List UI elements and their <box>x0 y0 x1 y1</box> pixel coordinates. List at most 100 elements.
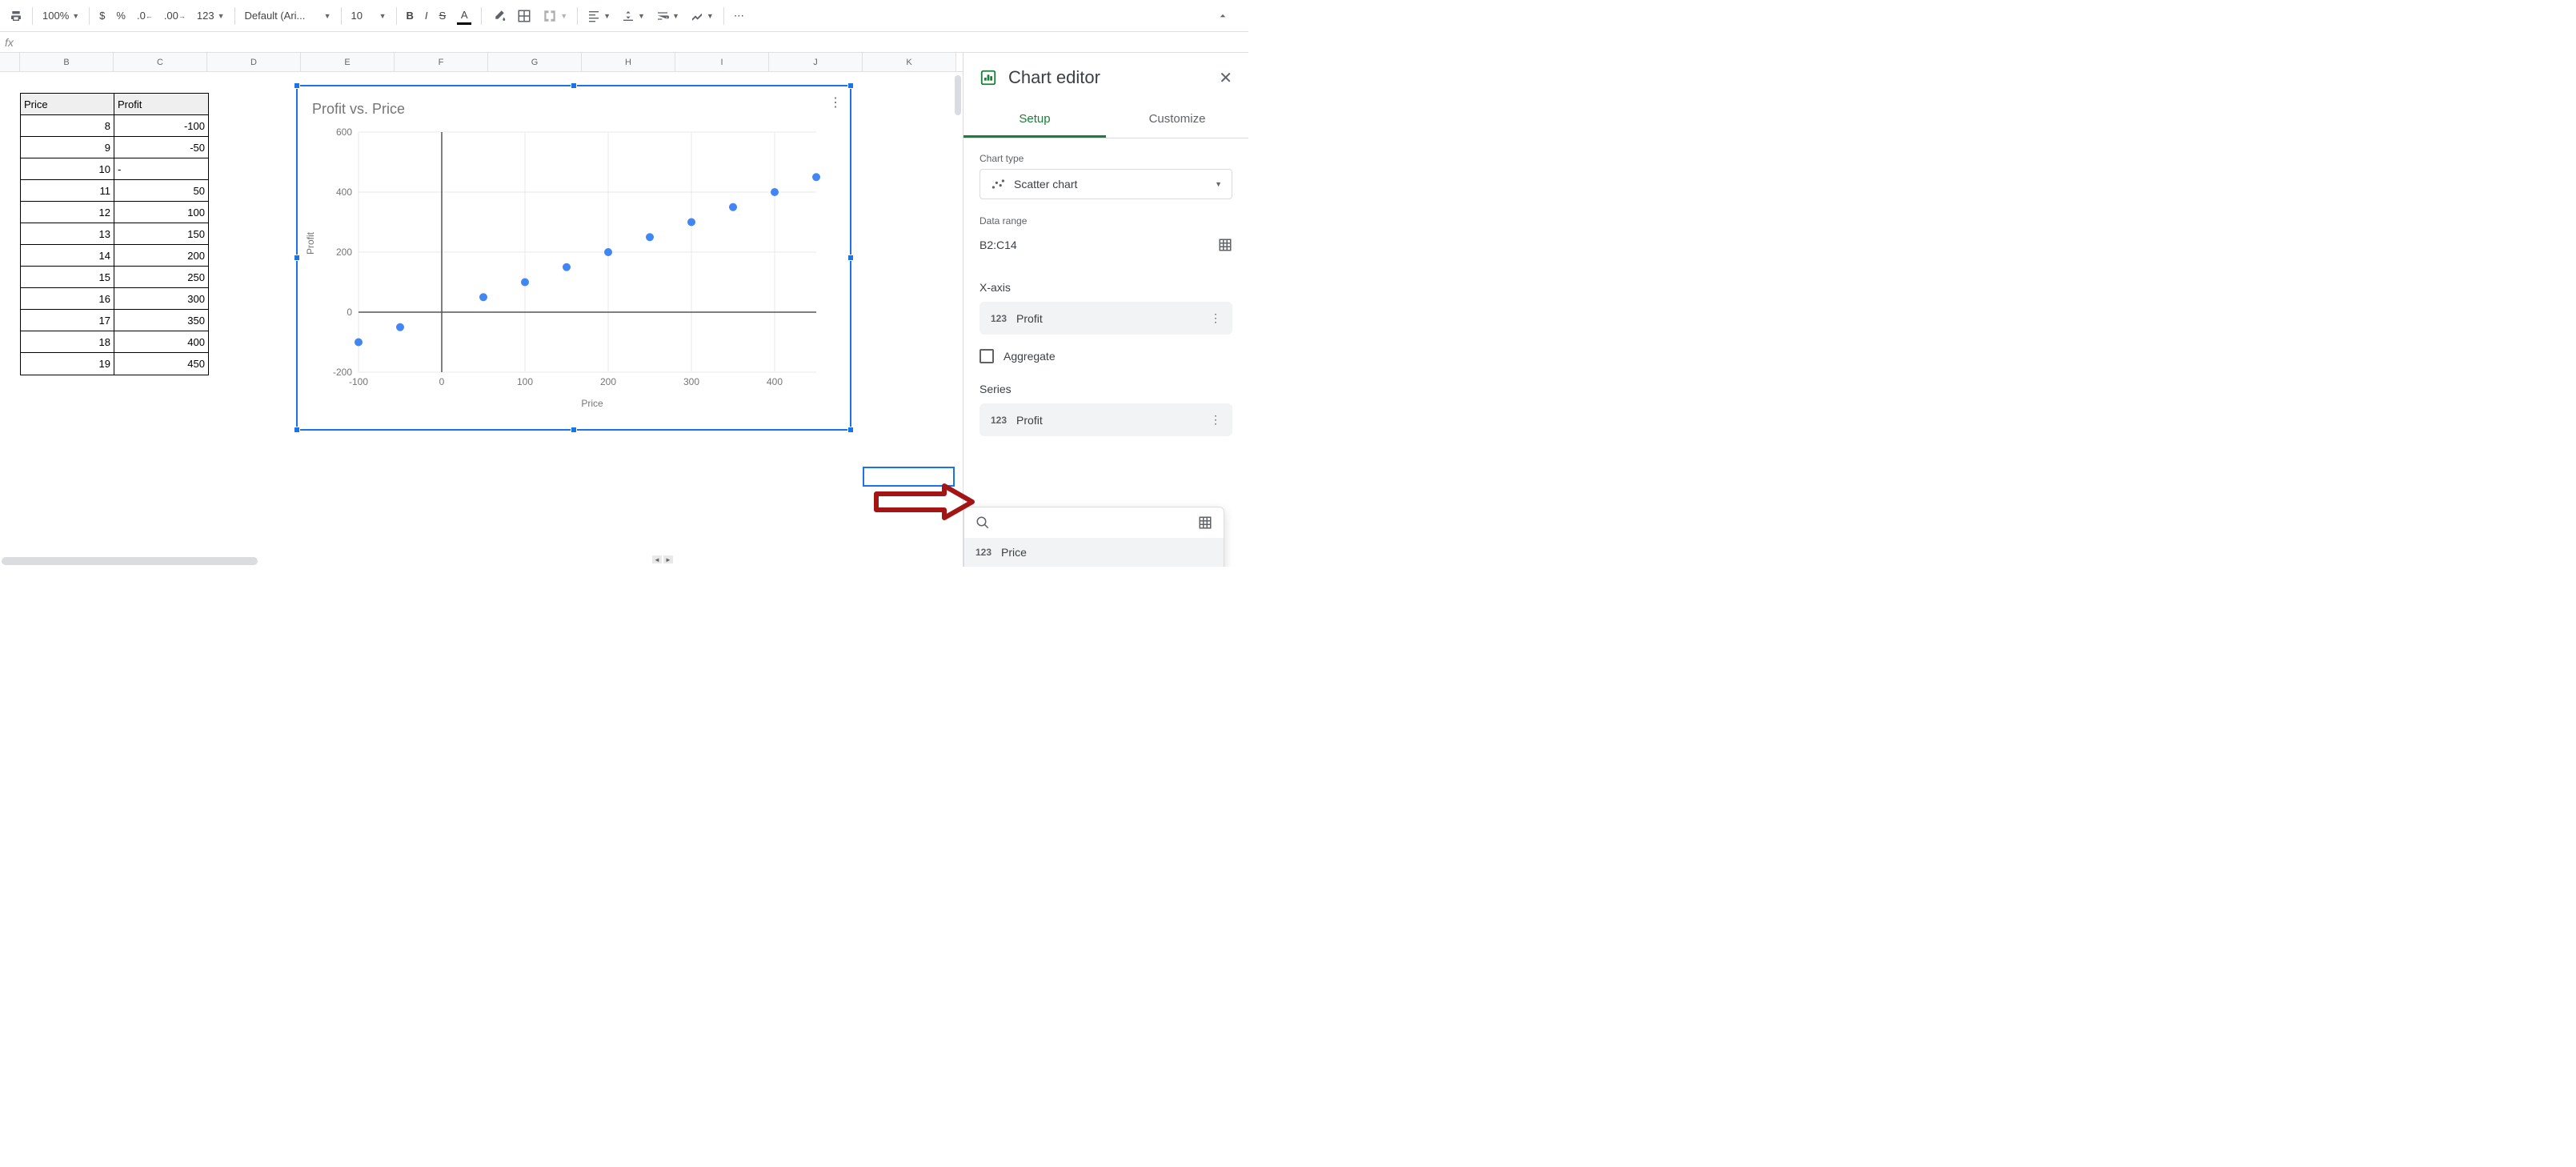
chart-editor-icon <box>980 69 997 86</box>
horizontal-scrollbar[interactable] <box>2 557 258 565</box>
svg-text:400: 400 <box>767 376 783 387</box>
col-F[interactable]: F <box>395 53 488 71</box>
aggregate-checkbox[interactable]: Aggregate <box>980 344 1232 368</box>
formula-bar[interactable]: fx <box>0 32 1248 53</box>
fx-label: fx <box>5 36 14 49</box>
sheet-scroll-arrows[interactable]: ◄► <box>652 555 673 563</box>
dropdown-item-price[interactable]: 123 Price <box>964 538 1224 567</box>
data-table: Price Profit 8-100 9-50 10- 1150 12100 1… <box>20 93 209 375</box>
print-icon[interactable] <box>5 4 27 28</box>
chart-editor-sidebar: Chart editor ✕ Setup Customize Chart typ… <box>963 53 1248 567</box>
cell[interactable]: 13 <box>21 223 114 245</box>
cell[interactable]: 450 <box>114 353 208 375</box>
cell[interactable]: 18 <box>21 331 114 353</box>
wrap-button[interactable]: ▼ <box>651 4 684 28</box>
cell[interactable]: -100 <box>114 115 208 137</box>
cell[interactable]: - <box>114 158 208 180</box>
col-E[interactable]: E <box>301 53 395 71</box>
svg-text:400: 400 <box>336 186 352 198</box>
cell[interactable]: 19 <box>21 353 114 375</box>
cell[interactable]: 150 <box>114 223 208 245</box>
cell[interactable]: 11 <box>21 180 114 202</box>
svg-text:100: 100 <box>517 376 533 387</box>
cell[interactable]: 200 <box>114 245 208 267</box>
more-tools[interactable]: ⋯ <box>729 4 749 28</box>
cell[interactable]: 10 <box>21 158 114 180</box>
merge-button[interactable]: ▼ <box>538 4 572 28</box>
cell[interactable]: 8 <box>21 115 114 137</box>
italic-button[interactable]: I <box>420 4 433 28</box>
close-icon[interactable]: ✕ <box>1219 68 1232 88</box>
strike-button[interactable]: S <box>435 4 451 28</box>
tab-customize[interactable]: Customize <box>1106 102 1248 138</box>
table-header[interactable]: Price <box>21 94 114 115</box>
cell[interactable]: 400 <box>114 331 208 353</box>
rotate-button[interactable]: ▼ <box>686 4 719 28</box>
format-currency[interactable]: $ <box>94 4 110 28</box>
more-formats[interactable]: 123▼ <box>192 4 230 28</box>
sheet-area[interactable]: B C D E F G H I J K Price Profit 8-100 9… <box>0 53 963 567</box>
data-range-value[interactable]: B2:C14 <box>980 239 1017 251</box>
cell[interactable]: 300 <box>114 288 208 310</box>
valign-button[interactable]: ▼ <box>617 4 650 28</box>
series-chip[interactable]: 123 Profit ⋮ <box>980 403 1232 436</box>
dropdown-search[interactable] <box>964 507 1224 538</box>
col-C[interactable]: C <box>114 53 207 71</box>
collapse-toolbar-icon[interactable] <box>1212 4 1234 28</box>
col-D[interactable]: D <box>207 53 301 71</box>
cell[interactable]: 15 <box>21 267 114 288</box>
cell[interactable]: 250 <box>114 267 208 288</box>
cell[interactable]: 16 <box>21 288 114 310</box>
table-header[interactable]: Profit <box>114 94 208 115</box>
vertical-scrollbar[interactable] <box>955 75 961 115</box>
cell[interactable]: 100 <box>114 202 208 223</box>
decrease-decimal[interactable]: .0← <box>132 4 158 28</box>
chart-plot: Profit -1000100200300400-2000200400600 <box>320 124 832 396</box>
col-K[interactable]: K <box>863 53 956 71</box>
borders-button[interactable] <box>512 4 536 28</box>
series-dropdown: 123 Price 123 Profit <box>963 507 1224 567</box>
svg-text:200: 200 <box>600 376 616 387</box>
more-icon[interactable]: ⋮ <box>1210 413 1221 427</box>
col-G[interactable]: G <box>488 53 582 71</box>
sidebar-title: Chart editor <box>1008 67 1208 88</box>
cell[interactable]: 50 <box>114 180 208 202</box>
bold-button[interactable]: B <box>402 4 419 28</box>
font-size-select[interactable]: 10▼ <box>347 4 391 28</box>
chart-type-select[interactable]: Scatter chart ▼ <box>980 169 1232 199</box>
text-color-button[interactable]: A <box>452 4 476 28</box>
search-input[interactable] <box>998 516 1190 529</box>
col-I[interactable]: I <box>675 53 769 71</box>
col-H[interactable]: H <box>582 53 675 71</box>
y-axis-label: Profit <box>305 232 316 255</box>
svg-text:-100: -100 <box>349 376 368 387</box>
data-range-label: Data range <box>980 215 1232 227</box>
col-B[interactable]: B <box>20 53 114 71</box>
x-axis-section: X-axis <box>980 281 1232 294</box>
numeric-icon: 123 <box>976 547 992 558</box>
select-range-icon[interactable] <box>1218 238 1232 252</box>
tab-setup[interactable]: Setup <box>963 102 1106 138</box>
x-axis-chip[interactable]: 123 Profit ⋮ <box>980 302 1232 335</box>
increase-decimal[interactable]: .00→ <box>159 4 190 28</box>
more-icon[interactable]: ⋮ <box>1210 311 1221 325</box>
cell[interactable]: 14 <box>21 245 114 267</box>
cell[interactable]: 9 <box>21 137 114 158</box>
cell[interactable]: -50 <box>114 137 208 158</box>
zoom-select[interactable]: 100%▼ <box>38 4 84 28</box>
font-select[interactable]: Default (Ari...▼ <box>240 4 336 28</box>
sidebar-tabs: Setup Customize <box>963 102 1248 138</box>
fill-color-button[interactable] <box>487 4 511 28</box>
column-headers: B C D E F G H I J K <box>0 53 963 72</box>
format-percent[interactable]: % <box>111 4 130 28</box>
cell[interactable]: 350 <box>114 310 208 331</box>
active-cell[interactable] <box>863 467 955 487</box>
chart-object[interactable]: ⋮ Profit vs. Price Profit -1000100200300… <box>296 85 851 431</box>
cell[interactable]: 17 <box>21 310 114 331</box>
toolbar: 100%▼ $ % .0← .00→ 123▼ Default (Ari...▼… <box>0 0 1248 32</box>
col-J[interactable]: J <box>769 53 863 71</box>
halign-button[interactable]: ▼ <box>583 4 615 28</box>
select-range-icon[interactable] <box>1198 515 1212 530</box>
cell[interactable]: 12 <box>21 202 114 223</box>
svg-text:0: 0 <box>347 307 352 318</box>
